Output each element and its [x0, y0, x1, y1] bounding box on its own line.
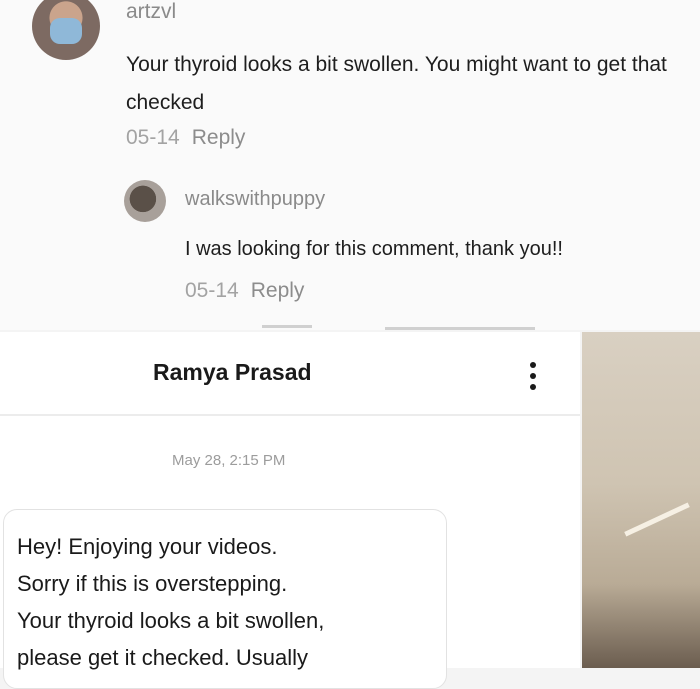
comment-date: 05-14: [126, 126, 180, 149]
reply-avatar[interactable]: [124, 180, 166, 222]
dot: [530, 373, 536, 379]
reply-date: 05-14: [185, 279, 239, 302]
reply-username[interactable]: walkswithpuppy: [185, 188, 325, 211]
contact-name: Ramya Prasad: [153, 359, 312, 385]
message-timestamp: May 28, 2:15 PM: [172, 452, 286, 469]
message-screenshot: Ramya Prasad May 28, 2:15 PM Hey! Enjoyi…: [0, 332, 580, 689]
comment-thread: artzvl Your thyroid looks a bit swollen.…: [0, 0, 700, 330]
header-divider: [0, 414, 580, 416]
divider: [385, 327, 535, 330]
background-photo: [582, 332, 700, 668]
comment-text: Your thyroid looks a bit swollen. You mi…: [126, 53, 667, 114]
reply-button[interactable]: Reply: [192, 126, 246, 149]
comment-username[interactable]: artzvl: [126, 0, 176, 24]
reply-text: I was looking for this comment, thank yo…: [185, 238, 563, 260]
lamp-graphic: [624, 502, 690, 537]
avatar[interactable]: [32, 0, 100, 60]
reply-reply-button[interactable]: Reply: [251, 279, 305, 302]
comment-meta: 05-14 Reply: [126, 126, 245, 150]
dot: [530, 362, 536, 368]
dot: [530, 384, 536, 390]
divider: [262, 325, 312, 328]
message-text: Hey! Enjoying your videos. Sorry if this…: [17, 534, 325, 670]
face-mask-graphic: [50, 18, 82, 44]
reply-meta: 05-14 Reply: [185, 279, 304, 303]
more-options-icon[interactable]: [523, 356, 543, 396]
